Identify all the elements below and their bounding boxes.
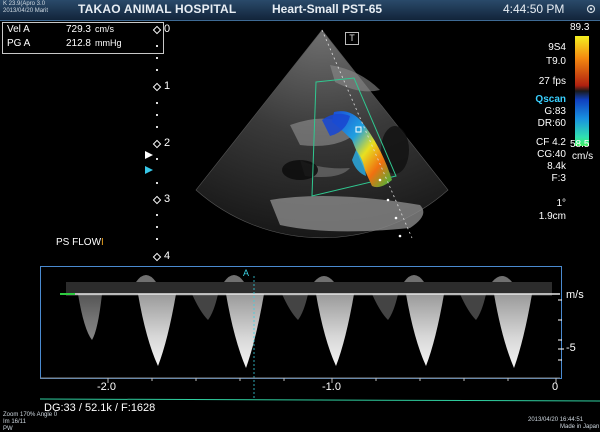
ultrasound-screen: K 23.9(Apro 3.0 2013/04/20 Marit TAKAO A… (0, 0, 600, 432)
time-tick-label: -1.0 (322, 381, 341, 393)
doppler-sample-marker: A (243, 268, 250, 278)
doppler-spectrum (39, 275, 600, 402)
mode-info: PW (3, 426, 13, 432)
ecg-trace (39, 398, 600, 402)
time-tick-label: -2.0 (97, 381, 116, 393)
velocity-tick-label: -5 (566, 342, 576, 354)
zoom-info: Zoom 170% Angle 0 (3, 412, 58, 418)
datetime-stamp: 2013/04/20 16:44:51 (528, 417, 584, 423)
time-tick-label: 0 (552, 381, 559, 393)
doppler-settings: DG:33 / 52.1k / F:1628 (44, 402, 156, 414)
made-in: Made in Japan (560, 424, 600, 430)
frame-info: Im 16/11 (3, 419, 26, 425)
velocity-unit: m/s (566, 289, 584, 301)
